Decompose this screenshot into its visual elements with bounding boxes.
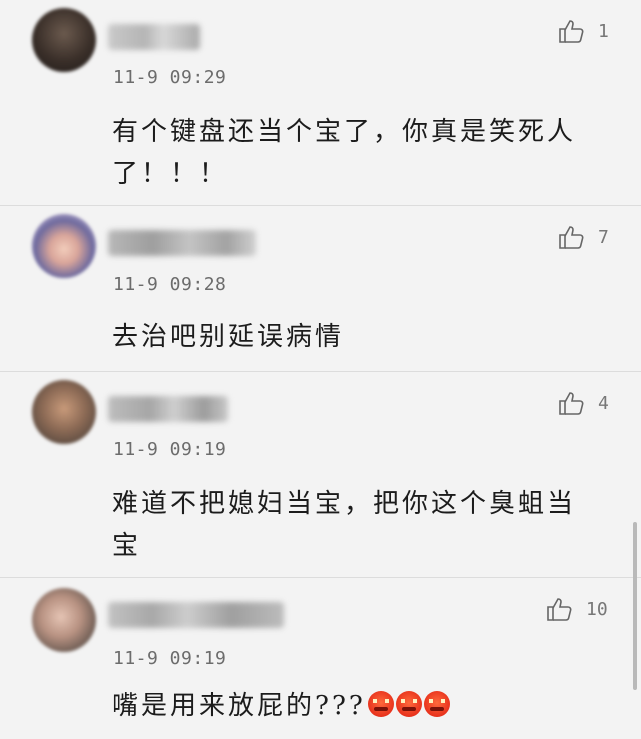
comment-text: 有个键盘还当个宝了，你真是笑死人了！！！	[112, 117, 577, 189]
comment-item: 1 11-9 09:29 有个键盘还当个宝了，你真是笑死人了！！！	[0, 0, 641, 206]
like-count: 7	[598, 226, 609, 248]
scrollbar[interactable]	[633, 522, 637, 690]
angry-face-emoji	[395, 691, 422, 717]
avatar[interactable]	[32, 380, 96, 444]
username-blurred[interactable]	[108, 24, 200, 50]
username-blurred[interactable]	[108, 602, 284, 628]
thumbs-up-icon	[547, 598, 572, 621]
like-button[interactable]: 1	[558, 18, 609, 44]
comment-item: 4 11-9 09:19 难道不把媳妇当宝，把你这个臭蛆当宝	[0, 372, 641, 578]
username-blurred[interactable]	[108, 230, 256, 256]
comment-text: 去治吧别延误病情	[112, 322, 345, 352]
like-count: 1	[598, 20, 609, 42]
like-button[interactable]: 7	[558, 224, 609, 250]
like-button[interactable]: 4	[558, 390, 609, 416]
avatar[interactable]	[32, 588, 96, 652]
comment-text-line: 嘴是用来放屁的???	[112, 685, 612, 727]
comment-time: 11-9 09:19	[113, 648, 227, 669]
comment-time: 11-9 09:29	[113, 67, 227, 88]
comment-text: 难道不把媳妇当宝，把你这个臭蛆当宝	[112, 489, 577, 561]
angry-face-emoji	[423, 691, 450, 717]
comment-time: 11-9 09:28	[113, 274, 227, 295]
avatar[interactable]	[32, 8, 96, 72]
comment-text: 嘴是用来放屁的???	[112, 691, 366, 721]
like-count: 4	[598, 392, 609, 414]
comment-time: 11-9 09:19	[113, 439, 227, 460]
comment-item: 10 11-9 09:19 嘴是用来放屁的???	[0, 578, 641, 739]
thumbs-up-icon	[559, 20, 584, 43]
like-count: 10	[586, 598, 608, 620]
thumbs-up-icon	[559, 392, 584, 415]
like-button[interactable]: 10	[546, 596, 608, 622]
avatar[interactable]	[32, 214, 96, 278]
comment-item: 7 11-9 09:28 去治吧别延误病情	[0, 206, 641, 372]
angry-face-emoji	[367, 691, 394, 717]
username-blurred[interactable]	[108, 396, 228, 422]
thumbs-up-icon	[559, 226, 584, 249]
